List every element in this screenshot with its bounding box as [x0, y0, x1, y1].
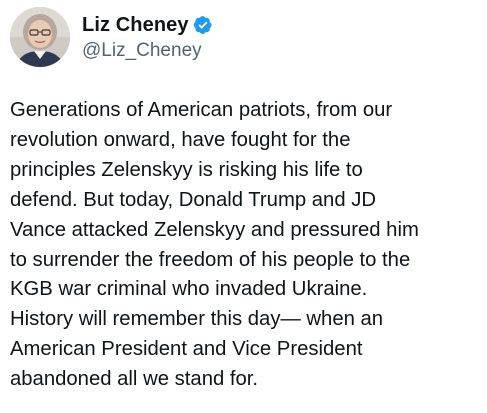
avatar[interactable]: [10, 7, 70, 67]
display-name[interactable]: Liz Cheney: [82, 14, 189, 37]
tweet-text: Generations of American patriots, from o…: [10, 99, 419, 391]
verified-badge-icon: [193, 15, 213, 35]
tweet: Liz Cheney @Liz_Cheney Generations of Am…: [0, 0, 487, 413]
avatar-image: [10, 7, 70, 67]
name-row: Liz Cheney: [82, 12, 213, 38]
tweet-header: Liz Cheney @Liz_Cheney: [10, 7, 213, 67]
handle[interactable]: @Liz_Cheney: [82, 40, 213, 62]
author-names: Liz Cheney @Liz_Cheney: [82, 12, 213, 62]
